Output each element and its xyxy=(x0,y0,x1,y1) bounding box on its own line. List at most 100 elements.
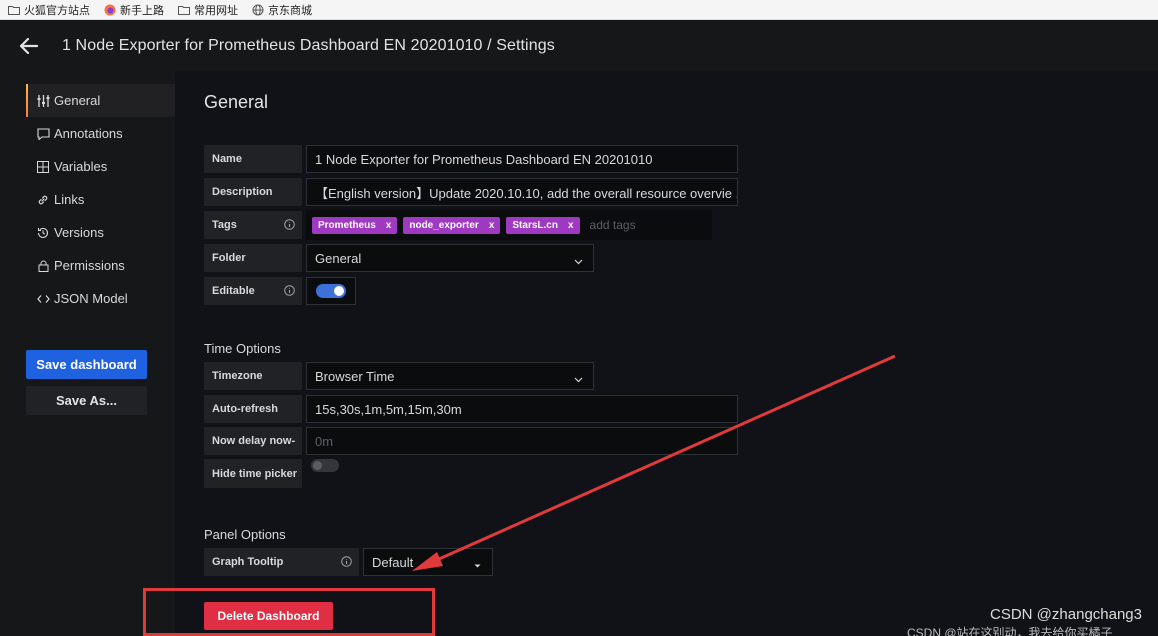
description-value: 【English version】Update 2020.10.10, add … xyxy=(315,185,738,201)
sidebar-item-variables[interactable]: Variables xyxy=(26,150,175,183)
sliders-icon xyxy=(36,94,50,108)
folder-icon xyxy=(8,4,20,16)
page-header: 1 Node Exporter for Prometheus Dashboard… xyxy=(0,20,1158,71)
editable-switch-wrap xyxy=(306,277,356,305)
editable-toggle[interactable] xyxy=(316,284,346,298)
timezone-label: Timezone xyxy=(204,362,302,390)
sidebar-item-label: Links xyxy=(54,192,85,207)
sidebar-item-label: Annotations xyxy=(54,126,123,141)
editable-label: Editable xyxy=(204,277,302,305)
folder-row: Folder General xyxy=(204,244,594,272)
firefox-icon xyxy=(104,4,116,16)
graph-tooltip-row: Graph Tooltip Default xyxy=(204,548,493,576)
name-row: Name 1 Node Exporter for Prometheus Dash… xyxy=(204,145,738,173)
timezone-select[interactable]: Browser Time xyxy=(306,362,594,390)
tag-remove-icon[interactable]: x xyxy=(489,220,495,231)
info-icon[interactable] xyxy=(341,556,352,567)
bookmark-newbie[interactable]: 新手上路 xyxy=(104,2,164,18)
sidebar-item-general[interactable]: General xyxy=(26,84,175,117)
graph-tooltip-label-text: Graph Tooltip xyxy=(212,556,284,568)
toggle-knob xyxy=(313,461,322,470)
sidebar-item-annotations[interactable]: Annotations xyxy=(26,117,175,150)
link-icon xyxy=(36,193,50,207)
autorefresh-row: Auto-refresh 15s,30s,1m,5m,15m,30m xyxy=(204,395,738,423)
settings-sidebar: General Annotations Variables Links Vers… xyxy=(0,71,175,636)
tag-label: Prometheus xyxy=(318,219,376,231)
chevron-down-icon xyxy=(574,254,583,265)
autorefresh-value: 15s,30s,1m,5m,15m,30m xyxy=(315,401,462,417)
save-as-button[interactable]: Save As... xyxy=(26,386,147,415)
nowdelay-label: Now delay now- xyxy=(204,427,302,455)
tag-chip[interactable]: StarsL.cn x xyxy=(506,216,580,234)
sidebar-item-versions[interactable]: Versions xyxy=(26,216,175,249)
globe-icon xyxy=(252,4,264,16)
tag-remove-icon[interactable]: x xyxy=(568,220,574,231)
settings-main: General Name 1 Node Exporter for Prometh… xyxy=(175,71,1158,636)
graph-tooltip-select[interactable]: Default xyxy=(363,548,493,576)
folder-select[interactable]: General xyxy=(306,244,594,272)
sidebar-item-label: General xyxy=(54,93,101,108)
sidebar-item-label: Permissions xyxy=(54,258,125,273)
bookmark-huohu[interactable]: 火狐官方站点 xyxy=(8,2,90,18)
save-dashboard-button[interactable]: Save dashboard xyxy=(26,350,147,379)
bookmark-jd[interactable]: 京东商城 xyxy=(252,2,312,18)
watermark: CSDN @zhangchang3 xyxy=(990,606,1142,623)
time-options-heading: Time Options xyxy=(204,341,281,356)
folder-label: Folder xyxy=(204,244,302,272)
sidebar-item-label: Versions xyxy=(54,225,104,240)
bookmarks-bar: 火狐官方站点 新手上路 常用网址 京东商城 xyxy=(0,0,1158,20)
folder-value: General xyxy=(315,250,362,266)
editable-row: Editable xyxy=(204,277,356,305)
sidebar-item-permissions[interactable]: Permissions xyxy=(26,249,175,282)
info-icon[interactable] xyxy=(284,285,295,296)
description-row: Description 【English version】Update 2020… xyxy=(204,178,738,206)
tag-chip[interactable]: Prometheus x xyxy=(312,216,398,234)
folder-icon xyxy=(178,4,190,16)
description-input[interactable]: 【English version】Update 2020.10.10, add … xyxy=(306,178,738,206)
editable-label-text: Editable xyxy=(212,285,255,297)
tags-input[interactable]: Prometheus x node_exporter x StarsL.cn x… xyxy=(306,210,712,240)
description-label: Description xyxy=(204,178,302,206)
panel-options-heading: Panel Options xyxy=(204,527,286,542)
sidebar-item-json-model[interactable]: JSON Model xyxy=(26,282,175,315)
delete-dashboard-button[interactable]: Delete Dashboard xyxy=(204,602,333,630)
bookmark-label: 火狐官方站点 xyxy=(24,4,90,17)
sidebar-item-links[interactable]: Links xyxy=(26,183,175,216)
name-label: Name xyxy=(204,145,302,173)
hide-picker-toggle[interactable] xyxy=(311,459,339,472)
sidebar-item-label: Variables xyxy=(54,159,108,174)
info-icon[interactable] xyxy=(284,219,295,230)
timezone-row: Timezone Browser Time xyxy=(204,362,594,390)
tag-remove-icon[interactable]: x xyxy=(386,220,392,231)
bookmark-label: 新手上路 xyxy=(120,4,164,17)
back-arrow-icon[interactable] xyxy=(18,35,40,57)
name-input[interactable]: 1 Node Exporter for Prometheus Dashboard… xyxy=(306,145,738,173)
history-icon xyxy=(36,226,50,240)
nowdelay-placeholder: 0m xyxy=(315,433,334,449)
nowdelay-input[interactable]: 0m xyxy=(306,427,738,455)
bookmark-label: 常用网址 xyxy=(194,4,238,17)
hide-picker-row: Hide time picker xyxy=(204,459,339,488)
code-icon xyxy=(36,292,50,306)
tag-chip[interactable]: node_exporter x xyxy=(403,216,501,234)
nowdelay-row: Now delay now- 0m xyxy=(204,427,738,455)
bookmark-common[interactable]: 常用网址 xyxy=(178,2,238,18)
tag-label: node_exporter xyxy=(409,219,479,231)
add-tags-placeholder[interactable]: add tags xyxy=(590,218,636,232)
sidebar-item-label: JSON Model xyxy=(54,291,128,306)
tags-label-text: Tags xyxy=(212,219,237,231)
watermark-secondary: CSDN @站在这别动，我去给你买橘子 xyxy=(907,626,1113,636)
chevron-down-icon xyxy=(574,372,583,383)
page-title: 1 Node Exporter for Prometheus Dashboard… xyxy=(62,36,555,54)
hide-picker-wrap xyxy=(306,459,339,472)
autorefresh-label: Auto-refresh xyxy=(204,395,302,423)
bookmark-label: 京东商城 xyxy=(268,4,312,17)
lock-icon xyxy=(36,259,50,273)
autorefresh-input[interactable]: 15s,30s,1m,5m,15m,30m xyxy=(306,395,738,423)
calculator-icon xyxy=(36,160,50,174)
toggle-knob xyxy=(334,286,344,296)
graph-tooltip-label: Graph Tooltip xyxy=(204,548,359,576)
hide-picker-label: Hide time picker xyxy=(204,459,302,488)
graph-tooltip-value: Default xyxy=(372,554,414,570)
timezone-value: Browser Time xyxy=(315,368,395,384)
